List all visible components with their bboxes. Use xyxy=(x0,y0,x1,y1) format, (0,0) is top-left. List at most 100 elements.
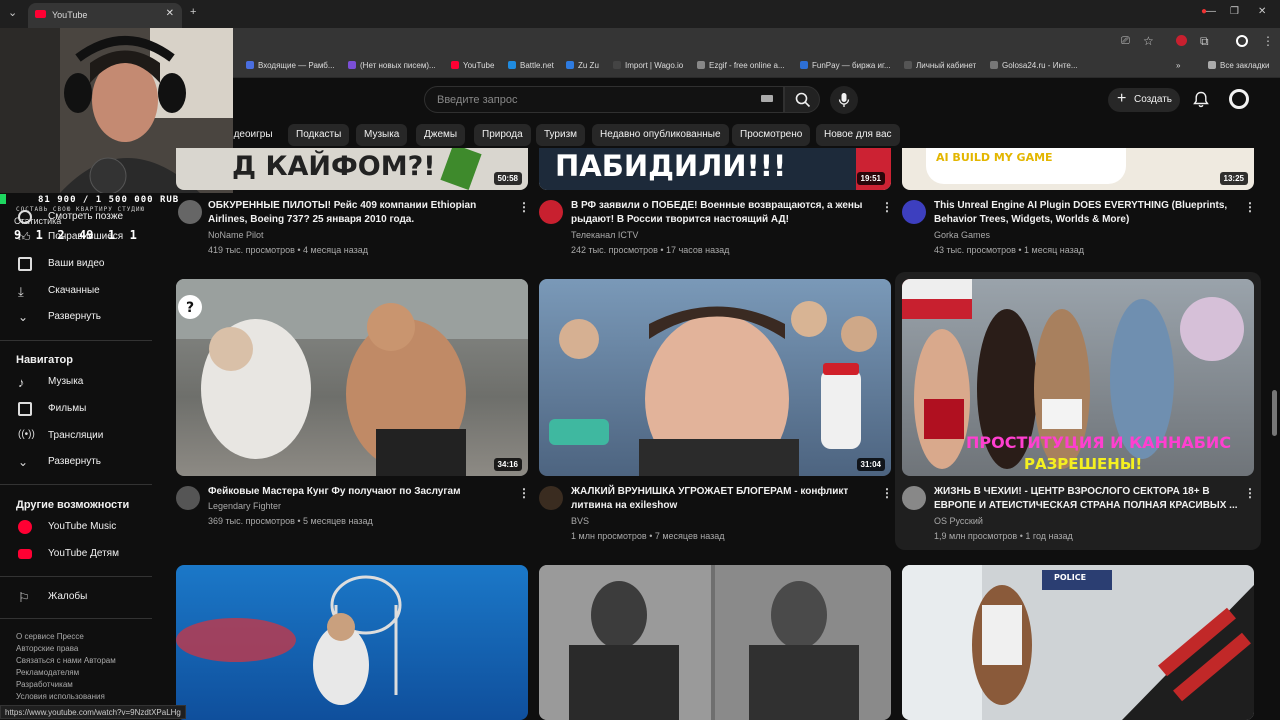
search-input[interactable]: Введите запрос xyxy=(424,86,784,113)
bookmark-item[interactable]: YouTube xyxy=(451,61,494,70)
channel-avatar[interactable] xyxy=(902,486,926,510)
more-options-icon[interactable]: ⋮ xyxy=(518,200,530,214)
channel-name[interactable]: Телеканал ICTV xyxy=(571,230,638,240)
sidebar-item-expand-nav[interactable]: ⌄ Развернуть xyxy=(0,450,160,476)
chip-jams[interactable]: Джемы xyxy=(416,124,466,146)
sidebar-item-downloads[interactable]: ⤓ Скачанные xyxy=(0,279,160,305)
tab-search-icon[interactable]: ⌄ xyxy=(8,6,17,19)
create-button[interactable]: + Создать xyxy=(1108,88,1180,112)
video-duration: 13:25 xyxy=(1219,172,1248,185)
browser-tab[interactable]: YouTube ✕ xyxy=(28,3,182,28)
close-window-icon[interactable]: ✕ xyxy=(1258,6,1266,17)
footer-links[interactable]: О сервисе Прессе Авторские права Связать… xyxy=(16,631,116,703)
youtube-music-icon xyxy=(18,520,32,534)
bookmark-item[interactable]: Zu Zu xyxy=(566,61,599,70)
bookmark-item[interactable]: Ezgif - free online a... xyxy=(697,61,785,70)
video-thumbnail[interactable] xyxy=(176,565,528,720)
youtube-favicon-icon xyxy=(35,10,46,18)
channel-avatar[interactable] xyxy=(539,200,563,224)
thumbnail-text: ПАБИДИЛИ!!! xyxy=(555,149,787,183)
chip-watched[interactable]: Просмотрено xyxy=(732,124,811,146)
channel-avatar[interactable] xyxy=(176,486,200,510)
bookmark-item[interactable]: Battle.net xyxy=(508,61,554,70)
video-title[interactable]: This Unreal Engine AI Plugin DOES EVERYT… xyxy=(934,199,1239,227)
video-title[interactable]: В РФ заявили о ПОБЕДЕ! Военные возвращаю… xyxy=(571,199,871,227)
more-options-icon[interactable]: ⋮ xyxy=(881,486,893,500)
bookmark-item[interactable]: Golosa24.ru - Инте... xyxy=(990,61,1078,70)
sidebar-item-music[interactable]: ♪ Музыка xyxy=(0,370,160,396)
music-icon: ♪ xyxy=(18,375,25,390)
channel-avatar[interactable] xyxy=(902,200,926,224)
video-meta: 242 тыс. просмотров • 17 часов назад xyxy=(571,245,730,255)
page-scrollbar[interactable] xyxy=(1272,390,1277,436)
account-avatar[interactable] xyxy=(1229,89,1249,109)
bookmark-item[interactable]: Import | Wago.io xyxy=(613,61,683,70)
profile-icon[interactable] xyxy=(1236,35,1248,47)
video-thumbnail[interactable]: ПАБИДИЛИ!!! 19:51 xyxy=(539,148,891,190)
chip-music[interactable]: Музыка xyxy=(356,124,408,146)
channel-name[interactable]: Gorka Games xyxy=(934,230,990,240)
video-thumbnail[interactable] xyxy=(539,565,891,720)
puzzle-icon[interactable]: ⧉ xyxy=(1200,34,1209,49)
more-options-icon[interactable]: ⋮ xyxy=(881,200,893,214)
more-options-icon[interactable]: ⋮ xyxy=(1244,200,1256,214)
video-thumbnail[interactable]: 31:04 xyxy=(539,279,891,476)
channel-avatar[interactable] xyxy=(178,200,202,224)
search-button[interactable] xyxy=(784,86,820,113)
notifications-bell-icon[interactable] xyxy=(1193,91,1209,108)
microphone-icon xyxy=(838,93,850,107)
video-thumbnail[interactable]: Д КАЙФОМ?! 50:58 xyxy=(176,148,528,190)
sidebar-item-live[interactable]: ((•)) Трансляции xyxy=(0,424,160,450)
extension-icon[interactable] xyxy=(1176,35,1187,46)
cast-icon[interactable]: ⎚ xyxy=(1121,35,1130,48)
channel-avatar[interactable] xyxy=(539,486,563,510)
chip-new-for-you[interactable]: Новое для вас xyxy=(816,124,900,146)
sidebar-item-youtube-music[interactable]: YouTube Music xyxy=(0,515,160,541)
video-title[interactable]: ОБКУРЕННЫЕ ПИЛОТЫ! Рейс 409 компании Eth… xyxy=(208,199,508,227)
bookmark-item[interactable]: FunPay — биржа иг... xyxy=(800,61,891,70)
video-title[interactable]: ЖАЛКИЙ ВРУНИШКА УГРОЖАЕТ БЛОГЕРАМ - конф… xyxy=(571,485,871,513)
plus-icon: + xyxy=(1117,90,1127,107)
bookmark-item[interactable]: Входящие — Рамб... xyxy=(246,61,335,70)
video-title[interactable]: Фейковые Мастера Кунг Фу получают по Зас… xyxy=(208,485,508,499)
all-bookmarks[interactable]: Все закладки xyxy=(1208,61,1269,70)
download-icon: ⤓ xyxy=(18,284,24,299)
video-meta: 1 млн просмотров • 7 месяцев назад xyxy=(571,531,725,541)
more-options-icon[interactable]: ⋮ xyxy=(518,486,530,500)
chip-podcasts[interactable]: Подкасты xyxy=(288,124,350,146)
video-card-hovered[interactable]: ПРОСТИТУЦИЯ И КАННАБИС РАЗРЕШЕНЫ! ЖИЗНЬ … xyxy=(895,272,1261,550)
star-icon[interactable]: ☆ xyxy=(1143,34,1154,48)
voice-search-button[interactable] xyxy=(830,86,858,114)
video-duration: 19:51 xyxy=(856,172,885,185)
sidebar-item-reports[interactable]: ⚐ Жалобы xyxy=(0,585,160,611)
sidebar-item-youtube-kids[interactable]: YouTube Детям xyxy=(0,542,160,568)
channel-name[interactable]: Legendary Fighter xyxy=(208,501,281,511)
sidebar-item-your-videos[interactable]: Ваши видео xyxy=(0,252,160,278)
more-options-icon[interactable]: ⋮ xyxy=(1244,486,1256,500)
channel-name[interactable]: OS Русский xyxy=(934,516,983,526)
bookmark-item[interactable]: (Нет новых писем)... xyxy=(348,61,436,70)
maximize-icon[interactable]: ❐ xyxy=(1230,6,1239,17)
sidebar-item-films[interactable]: Фильмы xyxy=(0,397,160,423)
video-thumbnail[interactable]: AI BUILD MY GAME 13:25 xyxy=(902,148,1254,190)
chip-recently-uploaded[interactable]: Недавно опубликованные xyxy=(592,124,729,146)
video-title[interactable]: ЖИЗНЬ В ЧЕХИИ! - ЦЕНТР ВЗРОСЛОГО СЕКТОРА… xyxy=(934,485,1239,513)
bookmarks-overflow-icon[interactable]: » xyxy=(1176,61,1180,70)
video-thumbnail[interactable]: POLICE xyxy=(902,565,1254,720)
close-tab-icon[interactable]: ✕ xyxy=(166,8,174,19)
channel-name[interactable]: BVS xyxy=(571,516,589,526)
channel-name[interactable]: NoName Pilot xyxy=(208,230,264,240)
chip-tourism[interactable]: Туризм xyxy=(536,124,586,146)
chip-nature[interactable]: Природа xyxy=(474,124,531,146)
new-tab-button[interactable]: + xyxy=(190,6,196,18)
thumbnail-text: Д КАЙФОМ?! xyxy=(232,151,436,182)
video-thumbnail[interactable]: ? 34:16 xyxy=(176,279,528,476)
keyboard-icon[interactable] xyxy=(761,95,773,102)
minimize-icon[interactable]: — xyxy=(1206,6,1216,17)
video-thumbnail[interactable]: ПРОСТИТУЦИЯ И КАННАБИС РАЗРЕШЕНЫ! xyxy=(902,279,1254,476)
menu-icon[interactable]: ⋮ xyxy=(1262,34,1274,48)
sidebar-item-expand[interactable]: ⌄ Развернуть xyxy=(0,305,160,331)
filter-chips: идеоигры Подкасты Музыка Джемы Природа Т… xyxy=(228,124,1280,148)
bookmark-item[interactable]: Личный кабинет xyxy=(904,61,976,70)
chip-videogames[interactable]: идеоигры xyxy=(228,124,281,146)
